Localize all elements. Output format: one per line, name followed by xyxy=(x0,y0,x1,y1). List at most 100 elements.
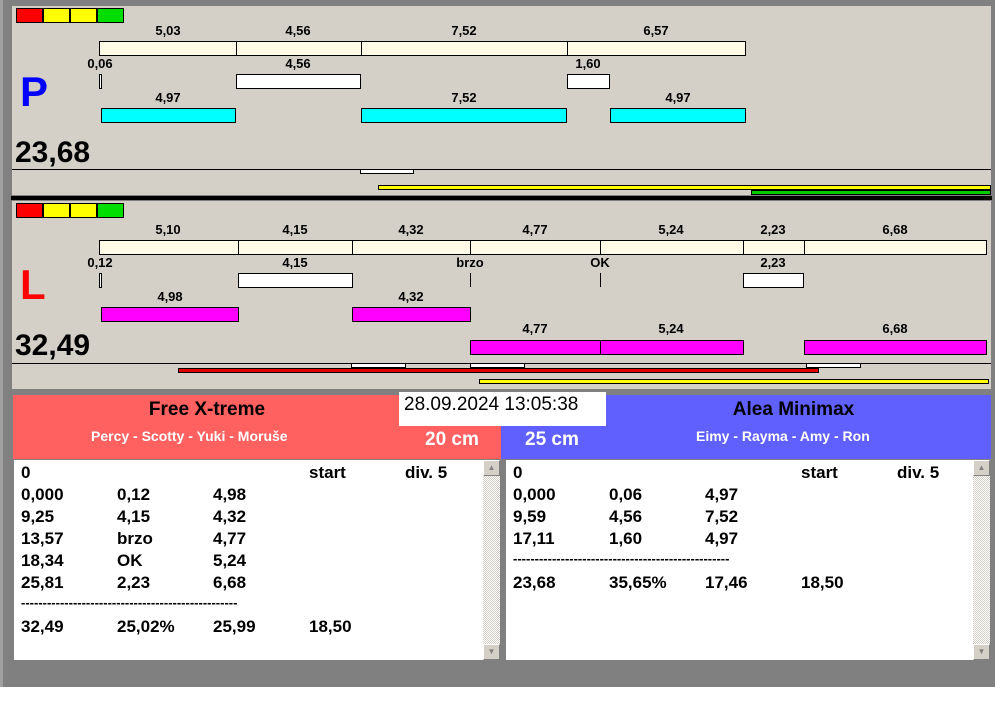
cyan-bar xyxy=(361,108,567,123)
team-crew: Eimy - Rayma - Amy - Ron xyxy=(696,428,870,444)
segment-label: 4,32 xyxy=(398,289,424,304)
segment-label: 6,68 xyxy=(882,222,908,237)
app-window: P 23,68 5,03 4,56 7,52 6,57 0,06 4,56 1,… xyxy=(0,0,995,687)
segment-label: 2,23 xyxy=(760,222,786,237)
scrollbar[interactable]: ▲ ▼ xyxy=(973,460,990,660)
segment-label: 4,56 xyxy=(285,23,311,38)
list-cell: 1,60 xyxy=(609,529,643,548)
segment-bar xyxy=(743,240,805,255)
segment-bar xyxy=(99,41,237,56)
lane-total: 23,68 xyxy=(15,136,91,169)
segment-label: brzo xyxy=(456,255,484,270)
segment-label: 0,06 xyxy=(87,56,113,71)
left-height: 20 cm xyxy=(425,429,479,450)
segment-label: 4,98 xyxy=(157,289,183,304)
segment-bar xyxy=(238,273,353,288)
list-cell: 25,02% xyxy=(117,617,175,636)
cyan-bar xyxy=(610,108,746,123)
lane-panel-p: P 23,68 5,03 4,56 7,52 6,57 0,06 4,56 1,… xyxy=(11,5,992,196)
list-cell: 2,23 xyxy=(117,573,151,592)
list-cell: 5,24 xyxy=(213,551,247,570)
list-cell: 18,34 xyxy=(21,551,64,570)
magenta-bar xyxy=(101,307,239,322)
scroll-down-icon[interactable]: ▼ xyxy=(973,644,990,660)
right-results-list[interactable]: 0 start div. 5 0,000 0,06 4,97 9,59 4,56 7,52 17,… xyxy=(505,459,991,661)
lamp-yellow xyxy=(70,8,97,23)
list-cell: start xyxy=(309,463,346,482)
list-cell: div. 5 xyxy=(897,463,940,482)
lamp-yellow xyxy=(70,203,97,218)
list-cell: 7,52 xyxy=(705,507,739,526)
segment-bar xyxy=(99,273,102,288)
segment-label: 4,97 xyxy=(665,90,691,105)
marker-bar xyxy=(360,169,414,174)
list-cell: 32,49 xyxy=(21,617,64,636)
segment-label: 4,15 xyxy=(282,255,308,270)
scroll-up-icon[interactable]: ▲ xyxy=(483,460,500,476)
list-cell: 25,81 xyxy=(21,573,64,592)
segment-label: 4,77 xyxy=(522,222,548,237)
lane-panel-l: L 32,49 5,10 4,15 4,32 4,77 5,24 2,23 6,… xyxy=(11,200,992,390)
list-cell: 9,59 xyxy=(513,507,547,526)
list-cell: 0,000 xyxy=(513,485,556,504)
segment-bar xyxy=(99,74,102,89)
list-cell: ----------------------------------------… xyxy=(21,595,238,610)
list-cell: 18,50 xyxy=(309,617,352,636)
team-name: Alea Minimax xyxy=(732,399,855,420)
list-cell: 4,97 xyxy=(705,529,739,548)
list-cell: 17,46 xyxy=(705,573,748,592)
list-cell: 4,98 xyxy=(213,485,247,504)
segment-bar xyxy=(804,240,987,255)
segment-bar xyxy=(238,240,353,255)
segment-label: 5,03 xyxy=(155,23,181,38)
list-cell: 0 xyxy=(513,463,523,482)
scroll-down-icon[interactable]: ▼ xyxy=(483,644,500,660)
segment-bar xyxy=(236,74,361,89)
magenta-bar xyxy=(470,340,601,355)
list-cell: 17,11 xyxy=(513,529,555,548)
list-cell: 35,65% xyxy=(609,573,667,592)
right-height: 25 cm xyxy=(525,429,579,450)
list-cell: 0,000 xyxy=(21,485,64,504)
lane-total: 32,49 xyxy=(15,329,91,362)
list-cell: 9,25 xyxy=(21,507,55,526)
lamp-green xyxy=(97,8,124,23)
scroll-up-icon[interactable]: ▲ xyxy=(973,460,990,476)
scrollbar[interactable]: ▲ ▼ xyxy=(483,460,500,660)
tick-mark xyxy=(600,273,601,287)
segment-label: 4,56 xyxy=(285,56,311,71)
list-cell: 0,12 xyxy=(117,485,151,504)
list-cell: div. 5 xyxy=(405,463,448,482)
tick-mark xyxy=(470,273,471,287)
progress-yellow xyxy=(479,379,989,384)
magenta-bar xyxy=(804,340,987,355)
track-line xyxy=(12,169,991,170)
list-cell: 25,99 xyxy=(213,617,256,636)
magenta-bar xyxy=(600,340,744,355)
team-name: Free X-treme xyxy=(148,399,266,420)
segment-label: 4,77 xyxy=(522,321,548,336)
list-cell: 18,50 xyxy=(801,573,844,592)
list-cell: 4,97 xyxy=(705,485,739,504)
segment-label: 4,15 xyxy=(282,222,308,237)
segment-bar xyxy=(236,41,362,56)
list-cell: ----------------------------------------… xyxy=(513,551,730,566)
list-cell: start xyxy=(801,463,838,482)
segment-label: 6,57 xyxy=(643,23,669,38)
segment-bar xyxy=(567,74,610,89)
segment-label: 5,24 xyxy=(658,321,684,336)
segment-label: OK xyxy=(590,255,610,270)
left-results-list[interactable]: 0 start div. 5 0,000 0,12 4,98 9,25 4,15 4,32 13,… xyxy=(13,459,500,661)
list-cell: 4,56 xyxy=(609,507,643,526)
lamp-yellow xyxy=(43,8,70,23)
segment-bar xyxy=(567,41,746,56)
segment-label: 2,23 xyxy=(760,255,786,270)
segment-label: 5,24 xyxy=(658,222,684,237)
segment-bar xyxy=(743,273,804,288)
list-cell: 4,15 xyxy=(117,507,151,526)
list-cell: 4,32 xyxy=(213,507,247,526)
list-cell: 0,06 xyxy=(609,485,643,504)
datetime: 28.09.2024 13:05:38 xyxy=(399,392,606,426)
list-cell: brzo xyxy=(117,529,153,548)
team-crew: Percy - Scotty - Yuki - Moruše xyxy=(91,428,288,444)
